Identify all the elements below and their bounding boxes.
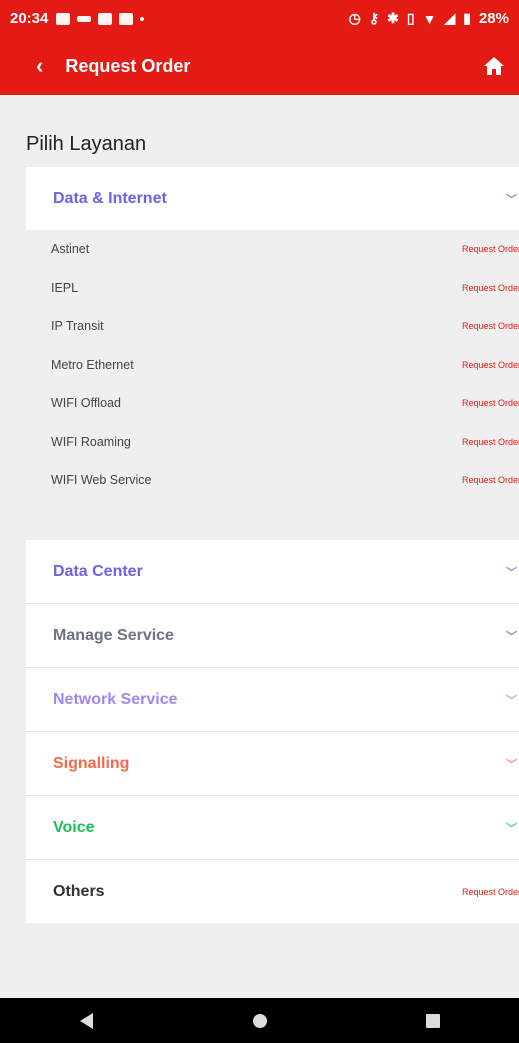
item-label: WIFI Roaming: [51, 434, 131, 449]
request-order-link[interactable]: Request Order: [462, 283, 519, 293]
status-right: ◷ ⚷ ✱ ▯ ▼ ◢ ▮ 28%: [349, 10, 509, 27]
item-label: WIFI Web Service: [51, 473, 152, 488]
request-order-link[interactable]: Request Order: [462, 887, 519, 897]
chevron-down-icon: ﹀: [506, 694, 517, 707]
category-manage-service[interactable]: Manage Service ﹀: [26, 604, 519, 667]
nav-back-button[interactable]: [67, 1001, 107, 1041]
category-signalling[interactable]: Signalling ﹀: [26, 732, 519, 795]
list-item[interactable]: WIFI Offload Request Order: [26, 384, 519, 423]
battery-icon: ▮: [463, 10, 471, 26]
category-voice[interactable]: Voice ﹀: [26, 796, 519, 859]
recents-square-icon: [425, 1013, 440, 1028]
data-internet-items: Astinet Request Order IEPL Request Order…: [26, 230, 519, 500]
category-label: Voice: [53, 818, 95, 836]
bag-icon: [98, 12, 113, 25]
nav-recents-button[interactable]: [413, 1001, 453, 1041]
request-order-link[interactable]: Request Order: [462, 437, 519, 447]
page-title: Request Order: [65, 55, 191, 76]
home-icon[interactable]: [483, 56, 505, 76]
nav-home-button[interactable]: [240, 1001, 280, 1041]
app-bar: ‹ Request Order: [0, 37, 519, 95]
item-label: IEPL: [51, 280, 79, 295]
chevron-down-icon: ﹀: [506, 758, 517, 771]
battery-percent: 28%: [478, 10, 509, 27]
request-order-link[interactable]: Request Order: [462, 244, 519, 254]
item-label: Astinet: [51, 242, 90, 257]
home-circle-icon: [252, 1013, 267, 1028]
chevron-down-icon: ﹀: [506, 630, 517, 643]
list-item[interactable]: WIFI Web Service Request Order: [26, 461, 519, 500]
category-label: Data Center: [53, 562, 143, 580]
list-item[interactable]: IEPL Request Order: [26, 269, 519, 308]
photo-icon: [119, 12, 134, 25]
request-order-link[interactable]: Request Order: [462, 321, 519, 331]
alarm-icon: ◷: [348, 10, 361, 26]
list-item[interactable]: WIFI Roaming Request Order: [26, 423, 519, 462]
category-network-service[interactable]: Network Service ﹀: [26, 668, 519, 731]
category-label: Manage Service: [53, 626, 174, 644]
vibrate-icon: ▯: [406, 10, 415, 26]
list-item[interactable]: Metro Ethernet Request Order: [26, 346, 519, 385]
category-label: Signalling: [53, 754, 130, 772]
chevron-down-icon: ﹀: [506, 193, 517, 206]
more-notifications-icon: [140, 16, 145, 21]
request-order-link[interactable]: Request Order: [462, 360, 519, 370]
category-data-center[interactable]: Data Center ﹀: [26, 540, 519, 603]
signal-icon: ◢: [444, 10, 456, 26]
category-others[interactable]: Others Request Order: [26, 860, 519, 923]
list-item[interactable]: Astinet Request Order: [26, 230, 519, 269]
request-order-link[interactable]: Request Order: [462, 398, 519, 408]
key-icon: [77, 15, 92, 22]
status-time: 20:34: [10, 10, 49, 27]
section-title: Pilih Layanan: [26, 133, 147, 155]
category-header[interactable]: Data & Internet ﹀: [26, 167, 519, 230]
status-bar: 20:34 ◷ ⚷ ✱ ▯ ▼ ◢ ▮ 28%: [0, 0, 519, 37]
category-list: Data Center ﹀ Manage Service ﹀ Network S…: [26, 540, 519, 923]
vpn-key-icon: ⚷: [368, 10, 380, 26]
gallery-icon: [56, 12, 71, 25]
item-label: Metro Ethernet: [51, 357, 134, 372]
item-label: IP Transit: [51, 319, 104, 334]
back-triangle-icon: [80, 1012, 93, 1029]
category-label: Data & Internet: [53, 189, 167, 207]
category-label: Network Service: [53, 690, 178, 708]
chevron-down-icon: ﹀: [506, 822, 517, 835]
notification-icons: [56, 12, 145, 25]
list-item[interactable]: IP Transit Request Order: [26, 307, 519, 346]
system-nav-bar: [0, 998, 519, 1043]
chevron-down-icon: ﹀: [506, 566, 517, 579]
back-icon[interactable]: ‹: [36, 53, 43, 79]
wifi-icon: ▼: [422, 10, 437, 27]
category-label: Others: [53, 882, 105, 900]
category-data-internet[interactable]: Data & Internet ﹀: [26, 167, 519, 230]
request-order-link[interactable]: Request Order: [462, 475, 519, 485]
item-label: WIFI Offload: [51, 396, 121, 411]
bluetooth-icon: ✱: [387, 10, 399, 26]
